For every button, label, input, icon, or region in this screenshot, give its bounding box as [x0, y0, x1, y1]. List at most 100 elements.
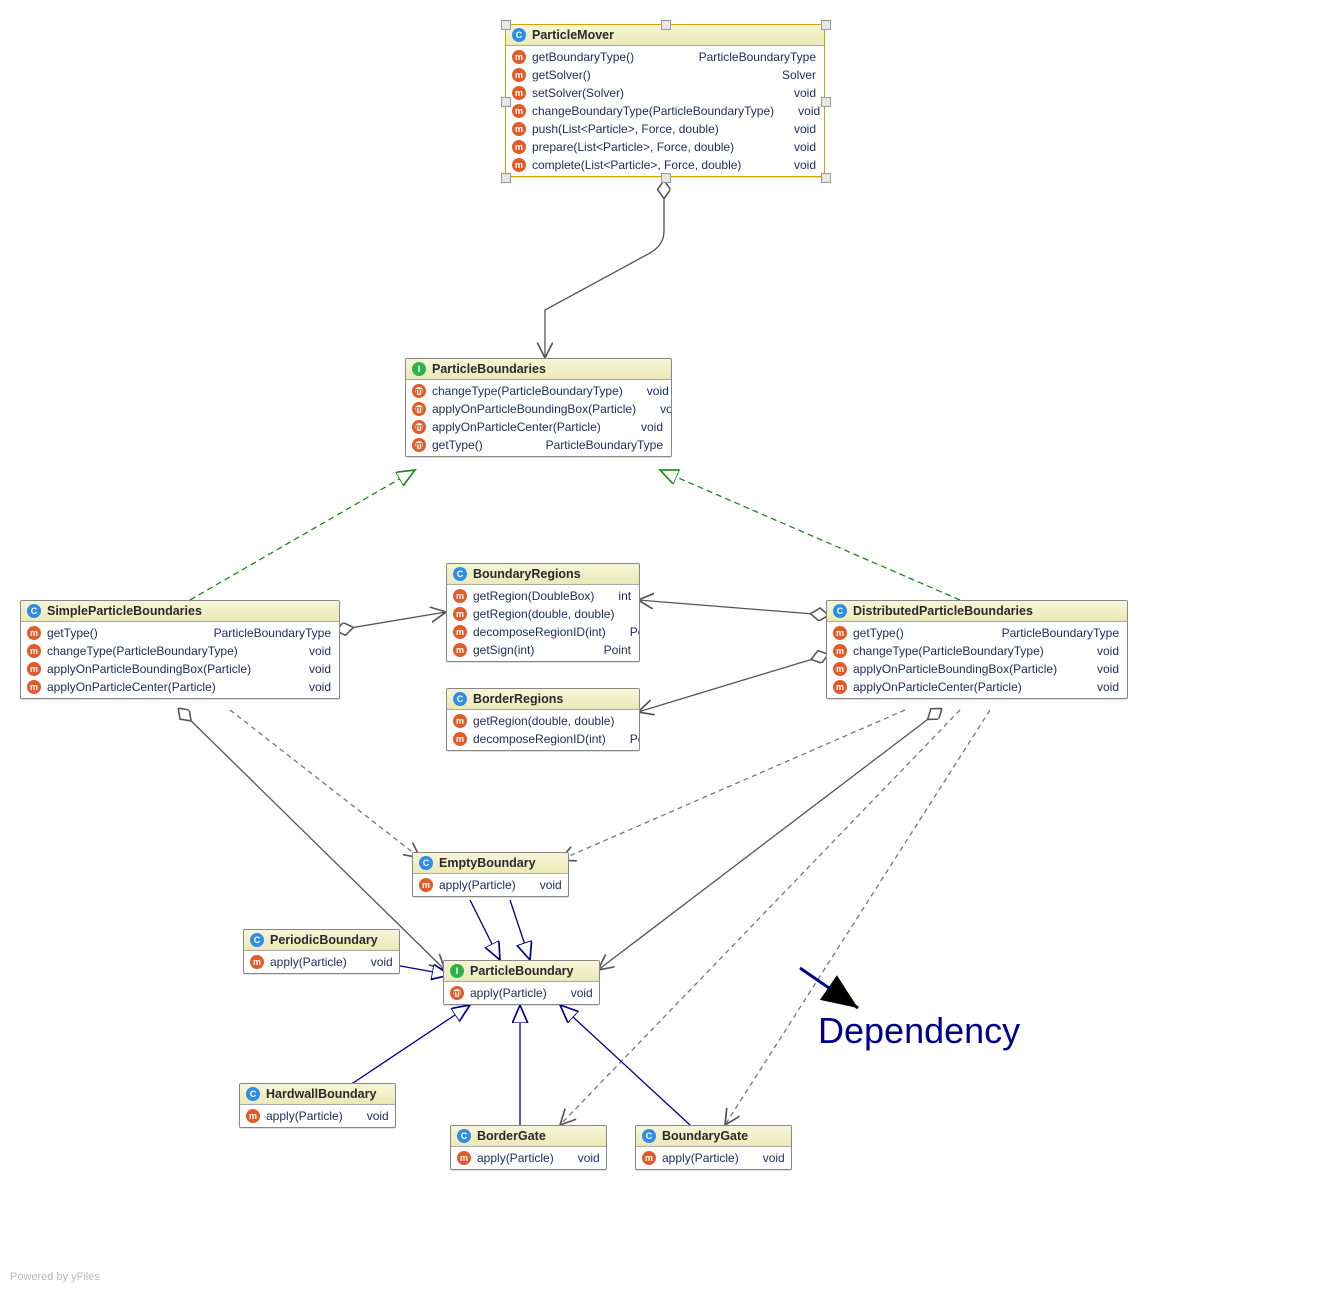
method-icon: m: [512, 104, 526, 118]
member-return: int: [614, 607, 640, 621]
class-body: m getBoundaryType() ParticleBoundaryType mg…: [506, 46, 824, 176]
member-signature: decomposeRegionID(int): [473, 732, 606, 746]
class-borderGate[interactable]: CBorderGatemapply(Particle)void: [450, 1125, 607, 1170]
method-icon: m: [453, 643, 467, 657]
member-signature: getBoundaryType(): [532, 50, 634, 64]
member-signature: apply(Particle): [662, 1151, 739, 1165]
edge-distributedParticleBoundaries-to-boundaryGate: [725, 710, 990, 1125]
diagram-canvas[interactable]: CParticleMovermgetBoundaryType()Particle…: [0, 0, 1327, 1289]
member-signature: setSolver(Solver): [532, 86, 624, 100]
method-icon: m: [453, 589, 467, 603]
edge-periodicBoundary-to-particleBoundary: [395, 965, 450, 975]
member-signature: applyOnParticleBoundingBox(Particle): [432, 402, 636, 416]
class-title: CBoundaryGate: [636, 1126, 791, 1147]
member-signature: apply(Particle): [470, 986, 547, 1000]
class-body: mapply(Particle)void: [636, 1147, 791, 1169]
method-icon: m: [27, 644, 41, 658]
class-boundaryRegions[interactable]: C BoundaryRegions mgetRegion(DoubleBox)int…: [446, 563, 640, 662]
selection-handle[interactable]: [821, 173, 831, 183]
class-icon: C: [453, 567, 467, 581]
selection-handle[interactable]: [501, 20, 511, 30]
class-name: DistributedParticleBoundaries: [853, 604, 1033, 618]
edge-emptyBoundary-to-particleBoundary: [470, 900, 500, 960]
method-icon: m: [457, 1151, 471, 1165]
class-particleMover[interactable]: CParticleMovermgetBoundaryType()Particle…: [505, 24, 825, 177]
class-body: mgetType()ParticleBoundaryTypemchangeTyp…: [827, 622, 1127, 698]
member-signature: decomposeRegionID(int): [473, 625, 606, 639]
member-return: ParticleBoundaryType: [675, 50, 816, 64]
method-icon: m: [512, 86, 526, 100]
class-body: mapply(Particle)void: [444, 982, 599, 1004]
member-signature: complete(List<Particle>, Force, double): [532, 158, 741, 172]
class-title: IParticleBoundary: [444, 961, 599, 982]
member-signature: changeType(ParticleBoundaryType): [853, 644, 1044, 658]
member-return: Point: [580, 643, 631, 657]
member-signature: push(List<Particle>, Force, double): [532, 122, 719, 136]
class-distributedParticleBoundaries[interactable]: C DistributedParticleBoundaries mgetType()…: [826, 600, 1128, 699]
member-row: mapplyOnParticleCenter(Particle)void: [827, 678, 1127, 696]
class-borderRegions[interactable]: CBorderRegionsmgetRegion(double, double)…: [446, 688, 640, 751]
member-signature: apply(Particle): [270, 955, 347, 969]
class-name: EmptyBoundary: [439, 856, 536, 870]
legend-dependency-label: Dependency: [818, 1010, 1020, 1052]
member-return: void: [770, 86, 816, 100]
member-row: mgetType()ParticleBoundaryType: [827, 624, 1127, 642]
method-icon: m: [453, 625, 467, 639]
member-row: mapplyOnParticleCenter(Particle)void: [21, 678, 339, 696]
edge-particleMover-to-particleBoundaries: [545, 183, 664, 358]
member-row: mgetSolver()Solver: [506, 66, 824, 84]
class-body: mapply(Particle)void: [413, 874, 568, 896]
selection-handle[interactable]: [501, 97, 511, 107]
member-return: void: [774, 104, 820, 118]
class-title: CEmptyBoundary: [413, 853, 568, 874]
selection-handle[interactable]: [501, 173, 511, 183]
class-periodicBoundary[interactable]: CPeriodicBoundarymapply(Particle)void: [243, 929, 400, 974]
class-particleBoundaries[interactable]: IParticleBoundariesmchangeType(ParticleB…: [405, 358, 672, 457]
abstract-method-icon: m: [412, 420, 426, 434]
member-row: mcomplete(List<Particle>, Force, double)…: [506, 156, 824, 174]
selection-handle[interactable]: [661, 173, 671, 183]
selection-handle[interactable]: [661, 20, 671, 30]
member-row: mdecomposeRegionID(int)Point: [447, 623, 639, 641]
class-title: C DistributedParticleBoundaries: [827, 601, 1127, 622]
member-row: mapply(Particle)void: [444, 984, 599, 1002]
class-emptyBoundary[interactable]: CEmptyBoundarymapply(Particle)void: [412, 852, 569, 897]
edge-simpleParticleBoundaries-to-emptyBoundary: [230, 710, 420, 858]
class-simpleParticleBoundaries[interactable]: CSimpleParticleBoundariesmgetType()Parti…: [20, 600, 340, 699]
member-row: mgetRegion(double, double)int: [447, 712, 639, 730]
selection-handle[interactable]: [821, 20, 831, 30]
class-icon: C: [833, 604, 847, 618]
member-return: void: [770, 140, 816, 154]
class-particleBoundary[interactable]: IParticleBoundary mapply(Particle)void: [443, 960, 600, 1005]
member-signature: changeBoundaryType(ParticleBoundaryType): [532, 104, 774, 118]
abstract-method-icon: m: [412, 438, 426, 452]
edge-simpleParticleBoundaries-to-boundaryRegions: [338, 612, 446, 630]
edge-emptyBoundary-to-particleBoundary: [510, 900, 530, 960]
edge-hardwallBoundary-to-particleBoundary: [350, 1005, 470, 1085]
member-row: mchangeType(ParticleBoundaryType)void: [406, 382, 671, 400]
member-signature: prepare(List<Particle>, Force, double): [532, 140, 734, 154]
interface-icon: I: [412, 362, 426, 376]
edge-distributedParticleBoundaries-to-particleBoundaries: [660, 470, 960, 600]
class-icon: C: [246, 1087, 260, 1101]
class-boundaryGate[interactable]: CBoundaryGatemapply(Particle)void: [635, 1125, 792, 1170]
member-return: void: [770, 158, 816, 172]
class-name: BoundaryRegions: [473, 567, 581, 581]
member-return: void: [617, 420, 663, 434]
edge-distributedParticleBoundaries-to-borderGate: [560, 710, 960, 1125]
method-icon: m: [27, 626, 41, 640]
member-signature: apply(Particle): [477, 1151, 554, 1165]
member-row: mgetRegion(DoubleBox)int: [447, 587, 639, 605]
edge-simpleParticleBoundaries-to-particleBoundaries: [190, 470, 415, 600]
method-icon: m: [512, 50, 526, 64]
selection-handle[interactable]: [821, 97, 831, 107]
member-return: void: [1073, 662, 1119, 676]
class-name: HardwallBoundary: [266, 1087, 376, 1101]
member-row: mchangeType(ParticleBoundaryType)void: [21, 642, 339, 660]
member-row: mchangeType(ParticleBoundaryType)void: [827, 642, 1127, 660]
member-return: ParticleBoundaryType: [978, 626, 1119, 640]
member-signature: applyOnParticleCenter(Particle): [853, 680, 1022, 694]
class-title: C HardwallBoundary: [240, 1084, 395, 1105]
class-hardwallBoundary[interactable]: CHardwallBoundarymapply(Particle)void: [239, 1083, 396, 1128]
member-return: void: [739, 1151, 785, 1165]
